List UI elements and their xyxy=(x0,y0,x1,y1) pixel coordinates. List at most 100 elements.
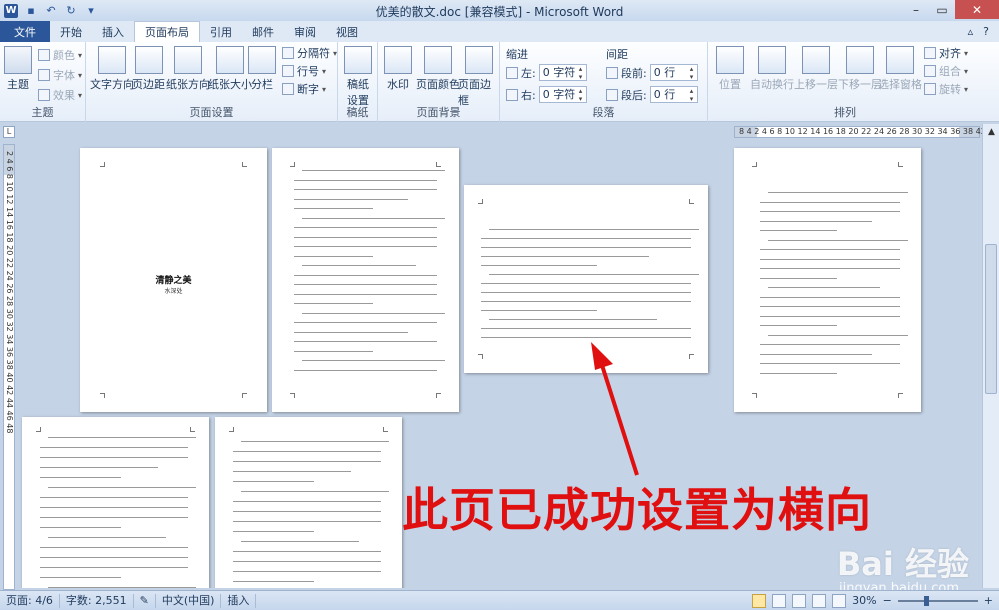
indent-right-input[interactable]: 0 字符 xyxy=(538,86,587,103)
scroll-thumb[interactable] xyxy=(985,244,997,394)
zoom-slider[interactable] xyxy=(897,595,978,606)
text-line xyxy=(760,230,837,231)
breaks-button[interactable]: 分隔符 ▾ xyxy=(282,45,337,61)
group-manuscript: 稿纸 设置 稿纸 xyxy=(338,42,378,122)
vertical-ruler[interactable]: 2 4 6 8 10 12 14 16 18 20 22 24 26 28 30… xyxy=(3,144,15,590)
text-line xyxy=(294,198,408,200)
send-backward-button[interactable]: 下移一层 xyxy=(838,46,882,92)
text-line xyxy=(294,284,437,285)
ribbon: 主题 颜色 ▾ 字体 ▾ 效果 ▾ 主题 文字方向 页边距 纸张方向 纸张大小 分栏 … xyxy=(0,42,999,122)
horizontal-ruler[interactable]: 8 4 2 4 6 8 10 12 14 16 18 20 22 24 26 2… xyxy=(734,126,999,138)
wrap-text-button[interactable]: 自动换行 xyxy=(750,46,794,92)
maximize-button[interactable]: ▭ xyxy=(929,0,955,19)
word-logo-icon[interactable]: W xyxy=(4,3,18,18)
theme-effects-button[interactable]: 效果 ▾ xyxy=(38,87,82,103)
orientation-button[interactable]: 纸张方向 xyxy=(166,46,210,92)
tab-home[interactable]: 开始 xyxy=(50,22,92,42)
page-5[interactable] xyxy=(734,148,921,412)
outline-view-icon[interactable] xyxy=(812,593,827,608)
columns-button[interactable]: 分栏 xyxy=(248,46,276,92)
status-word-count[interactable]: 字数: 2,551 xyxy=(60,593,134,608)
themes-button[interactable]: 主题 xyxy=(4,46,32,92)
status-language[interactable]: 中文(中国) xyxy=(156,593,222,608)
tab-mailings[interactable]: 邮件 xyxy=(242,22,284,42)
page-borders-icon xyxy=(464,46,493,74)
hyphenation-icon xyxy=(282,83,294,95)
line-numbers-button[interactable]: 行号 ▾ xyxy=(282,63,326,79)
full-screen-reading-view-icon[interactable] xyxy=(772,593,787,608)
undo-icon[interactable]: ↶ xyxy=(44,4,58,18)
tab-view[interactable]: 视图 xyxy=(326,22,368,42)
spacing-after-input[interactable]: 0 行 xyxy=(649,86,698,103)
close-button[interactable]: ✕ xyxy=(955,0,999,19)
window-title: 优美的散文.doc [兼容模式] - Microsoft Word xyxy=(375,5,624,19)
group-label-arrange: 排列 xyxy=(834,106,856,119)
zoom-in-icon[interactable]: + xyxy=(984,594,993,607)
breaks-label: 分隔符 xyxy=(297,47,330,60)
group-button[interactable]: 组合 ▾ xyxy=(924,63,968,79)
page-3a[interactable] xyxy=(22,417,209,588)
web-layout-view-icon[interactable] xyxy=(792,593,807,608)
scroll-up-icon[interactable]: ▲ xyxy=(983,124,999,140)
tab-page-layout[interactable]: 页面布局 xyxy=(134,21,200,42)
redo-icon[interactable]: ↻ xyxy=(64,4,78,18)
text-line xyxy=(48,537,166,538)
selection-pane-button[interactable]: 选择窗格 xyxy=(878,46,922,92)
indent-left-input[interactable]: 0 字符 xyxy=(538,64,587,81)
vertical-scrollbar[interactable]: ▲ xyxy=(982,124,999,588)
position-button[interactable]: 位置 xyxy=(716,46,744,92)
text-line xyxy=(48,587,196,588)
status-insert-mode[interactable]: 插入 xyxy=(221,593,257,608)
page-6[interactable] xyxy=(215,417,402,588)
text-line xyxy=(40,527,121,528)
spacing-before-input[interactable]: 0 行 xyxy=(649,64,698,81)
page-2[interactable] xyxy=(272,148,459,412)
draft-view-icon[interactable] xyxy=(832,593,847,608)
bring-forward-icon xyxy=(802,46,830,74)
text-line xyxy=(241,541,359,542)
group-label-page-background: 页面背景 xyxy=(416,106,461,119)
rotate-button[interactable]: 旋转 ▾ xyxy=(924,81,968,97)
spacing-before-control: 段前: 0 行 xyxy=(606,64,698,81)
tab-review[interactable]: 审阅 xyxy=(284,22,326,42)
text-line xyxy=(294,293,437,295)
page-borders-button[interactable]: 页面边框 xyxy=(458,46,499,108)
minimize-button[interactable]: – xyxy=(903,0,929,19)
theme-colors-button[interactable]: 颜色 ▾ xyxy=(38,47,82,63)
status-page[interactable]: 页面: 4/6 xyxy=(0,593,60,608)
help-icon[interactable]: ? xyxy=(983,25,989,38)
text-direction-button[interactable]: 文字方向 xyxy=(90,46,134,92)
page-1-cover[interactable]: 清静之美 水深处 xyxy=(80,148,267,412)
customize-qat-icon[interactable]: ▾ xyxy=(84,4,98,18)
hyphenation-button[interactable]: 断字 ▾ xyxy=(282,81,326,97)
manuscript-settings-button[interactable]: 稿纸 设置 xyxy=(344,46,372,108)
text-line xyxy=(481,265,597,266)
red-arrow-icon xyxy=(591,342,639,476)
text-line xyxy=(760,201,900,203)
page-color-button[interactable]: 页面颜色 xyxy=(416,46,460,92)
save-icon[interactable]: ▪ xyxy=(24,4,38,18)
tab-insert[interactable]: 插入 xyxy=(92,22,134,42)
proofing-icon[interactable]: ✎ xyxy=(134,593,156,608)
text-line xyxy=(233,531,314,532)
text-line xyxy=(294,179,437,181)
minimize-ribbon-icon[interactable]: ▵ xyxy=(968,25,974,38)
text-line xyxy=(233,511,381,512)
ribbon-tabs: 文件 开始 插入 页面布局 引用 邮件 审阅 视图 ▵ ? xyxy=(0,21,999,42)
tab-selector[interactable]: L xyxy=(3,126,15,138)
margins-button[interactable]: 页边距 xyxy=(132,46,165,92)
paper-size-label: 纸张大小 xyxy=(208,78,252,91)
theme-fonts-button[interactable]: 字体 ▾ xyxy=(38,67,82,83)
bring-forward-button[interactable]: 上移一层 xyxy=(794,46,838,92)
watermark-button[interactable]: 水印 xyxy=(384,46,412,92)
align-button[interactable]: 对齐 ▾ xyxy=(924,45,968,61)
zoom-level[interactable]: 30% xyxy=(852,594,876,607)
text-line xyxy=(40,567,188,568)
ruler-numbers: 8 4 2 4 6 8 10 12 14 16 18 20 22 24 26 2… xyxy=(739,127,999,136)
size-button[interactable]: 纸张大小 xyxy=(208,46,252,92)
print-layout-view-icon[interactable] xyxy=(752,593,767,608)
tab-references[interactable]: 引用 xyxy=(200,22,242,42)
tab-file[interactable]: 文件 xyxy=(0,21,50,42)
zoom-out-icon[interactable]: − xyxy=(883,594,892,607)
text-line xyxy=(233,551,381,552)
